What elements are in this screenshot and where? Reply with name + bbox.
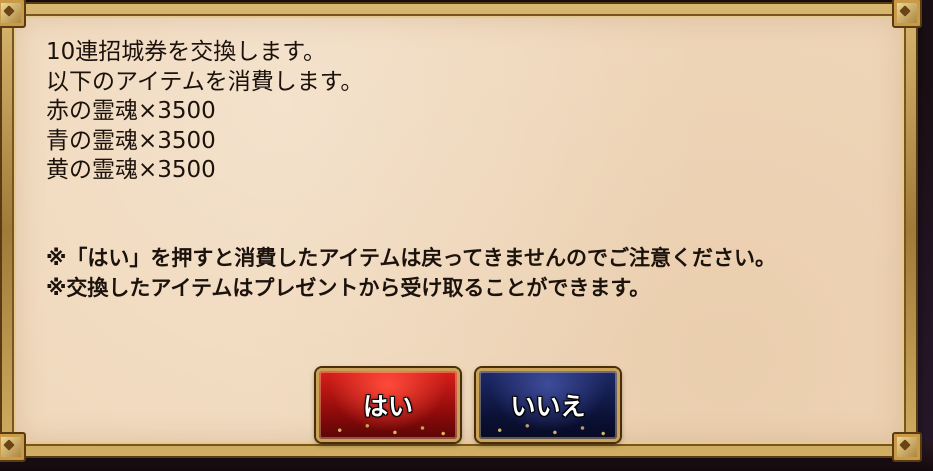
dialog-notes: ※「はい」を押すと消費したアイテムは戻ってきませんのでご注意ください。 ※交換し… [46,243,776,303]
corner-ornament-icon [0,432,26,462]
note-present-box: ※交換したアイテムはプレゼントから受け取ることができます。 [46,276,651,300]
no-button[interactable]: いいえ [476,368,620,442]
cost-blue-soul: 青の霊魂×3500 [46,127,216,154]
yes-button-label: はい [362,392,413,421]
corner-ornament-icon [0,0,26,28]
corner-ornament-icon [892,0,922,28]
cost-yellow-soul: 黄の霊魂×3500 [46,157,216,183]
cost-red-soul: 赤の霊魂×3500 [46,98,216,124]
note-no-refund: ※「はい」を押すと消費したアイテムは戻ってきませんのでご注意ください。 [46,246,777,270]
no-button-label: いいえ [510,392,586,421]
dialog-message: 10連招城券を交換します。 以下のアイテムを消費します。 赤の霊魂×3500 青… [46,38,363,186]
message-line-consume: 以下のアイテムを消費します。 [46,68,364,95]
yes-button[interactable]: はい [316,368,460,442]
message-line-exchange: 10連招城券を交換します。 [46,39,326,65]
corner-ornament-icon [892,432,922,462]
game-screen: 10連招城券を交換します。 以下のアイテムを消費します。 赤の霊魂×3500 青… [0,0,933,471]
